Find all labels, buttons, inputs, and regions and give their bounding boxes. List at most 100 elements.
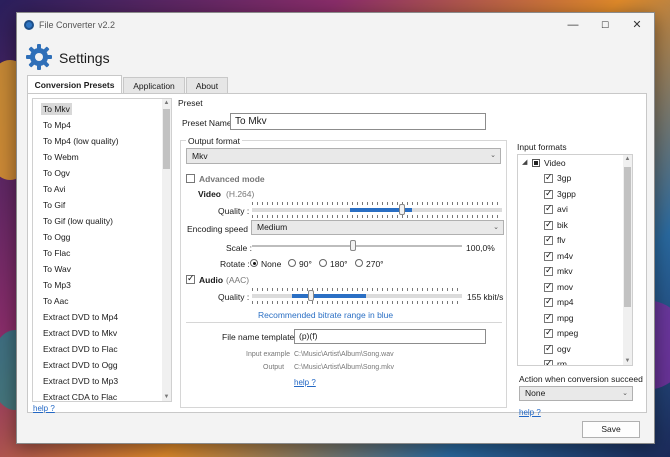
preset-list-item[interactable]: To Ogv [43,167,70,179]
input-format-label: bik [557,219,568,230]
minimize-button[interactable]: — [558,16,588,34]
input-format-item[interactable]: mpg [544,312,614,325]
maximize-button[interactable]: ☐ [590,16,620,34]
preset-list-item[interactable]: To Avi [43,183,66,195]
preset-help-link[interactable]: help ? [294,378,316,387]
file-name-template-input[interactable]: (p)(f) [294,329,486,344]
video-quality-handle[interactable] [399,204,405,215]
input-format-checkbox[interactable] [544,234,553,245]
scroll-thumb[interactable] [163,109,170,169]
save-button[interactable]: Save [582,421,640,438]
audio-codec: (AAC) [226,275,250,285]
input-format-item[interactable]: avi [544,203,614,216]
input-format-item[interactable]: ogv [544,343,614,356]
input-format-checkbox[interactable] [544,296,553,307]
rotate-90-radio[interactable] [288,259,296,267]
input-format-item[interactable]: mp4 [544,296,614,309]
input-format-item[interactable]: mov [544,281,614,294]
output-example-label: Output [263,364,285,371]
scroll-thumb[interactable] [624,167,631,307]
input-format-item[interactable]: flv [544,234,614,247]
input-formats-scrollbar[interactable]: ▲ ▼ [623,155,632,365]
input-format-checkbox[interactable] [544,312,553,323]
preset-list-item[interactable]: To Gif (low quality) [43,215,113,227]
scroll-up-icon[interactable]: ▲ [623,156,632,162]
preset-name-input[interactable]: To Mkv [230,113,486,130]
preset-list-item[interactable]: Extract CDA to Flac [43,391,117,401]
audio-quality-handle[interactable] [307,290,314,301]
input-format-item[interactable]: bik [544,219,614,232]
rotate-180-radio[interactable] [319,259,327,267]
output-format-label: Output format [186,136,242,146]
scroll-down-icon[interactable]: ▼ [162,394,171,400]
video-quality-slider[interactable] [252,204,502,215]
encoding-speed-select[interactable]: Medium ⌄ [251,220,504,235]
input-format-item[interactable]: mkv [544,265,614,278]
preset-list-item[interactable]: Extract DVD to Ogg [43,359,118,371]
advanced-mode-checkbox[interactable] [186,174,195,183]
video-group-checkbox[interactable] [532,159,540,167]
input-format-item[interactable]: m4v [544,250,614,263]
audio-checkbox[interactable] [186,273,195,284]
app-icon [24,20,34,30]
input-format-item[interactable]: 3gp [544,172,614,185]
preset-list-item[interactable]: To Mkv [41,103,72,115]
video-quality-ticks [252,202,502,205]
scale-slider[interactable] [252,240,462,251]
input-format-checkbox[interactable] [544,265,553,276]
preset-list-item[interactable]: Extract DVD to Mkv [43,327,117,339]
rotate-180-label: 180° [330,259,348,269]
input-format-checkbox[interactable] [544,358,553,365]
input-format-item[interactable]: rm [544,358,614,365]
audio-quality-slider[interactable] [252,290,462,301]
video-label: Video [198,189,221,199]
tab-conversion-presets[interactable]: Conversion Presets [27,75,122,93]
chevron-down-icon: ⌄ [622,390,628,397]
input-format-checkbox[interactable] [544,172,553,183]
preset-list-item[interactable]: To Mp3 [43,279,71,291]
input-format-item[interactable]: 3gpp [544,188,614,201]
preset-list-item[interactable]: To Webm [43,151,79,163]
scroll-up-icon[interactable]: ▲ [162,100,171,106]
preset-list-item[interactable]: Extract DVD to Flac [43,343,118,355]
presets-list[interactable]: To Mkv To Mp4 To Mp4 (low quality) To Webm T… [32,98,172,402]
preset-list-item[interactable]: To Gif [43,199,65,211]
action-when-success-value: None [525,388,546,398]
preset-list-item[interactable]: To Ogg [43,231,70,243]
preset-name-label: Preset Name [182,118,232,128]
chevron-down-icon: ⌄ [490,152,496,159]
divider [186,322,502,323]
input-format-checkbox[interactable] [544,327,553,338]
presets-scrollbar[interactable]: ▲ ▼ [162,99,171,401]
action-when-success-select[interactable]: None ⌄ [519,386,633,401]
input-format-checkbox[interactable] [544,343,553,354]
scroll-down-icon[interactable]: ▼ [623,358,632,364]
tab-application[interactable]: Application [123,77,185,93]
preset-list-item[interactable]: Extract DVD to Mp3 [43,375,118,387]
scale-handle[interactable] [350,240,356,251]
rotate-270-radio[interactable] [355,259,363,267]
input-formats-tree[interactable]: ◢ Video 3gp 3gpp avi bik flv m4v mkv mov mp4 mpg m… [517,154,633,366]
rotate-none-radio[interactable] [250,259,258,267]
preset-list-item[interactable]: To Mp4 (low quality) [43,135,119,147]
tab-about[interactable]: About [186,77,228,93]
preset-list-item[interactable]: Extract DVD to Mp4 [43,311,118,323]
tree-collapse-icon[interactable]: ◢ [522,158,527,166]
input-format-checkbox[interactable] [544,188,553,199]
presets-help-link[interactable]: help ? [33,404,55,413]
input-format-checkbox[interactable] [544,203,553,214]
input-format-label: mpg [557,312,574,323]
preset-list-item[interactable]: To Aac [43,295,69,307]
output-format-select[interactable]: Mkv ⌄ [186,148,501,164]
input-format-checkbox[interactable] [544,281,553,292]
advanced-mode-label: Advanced mode [199,174,265,184]
input-formats-help-link[interactable]: help ? [519,408,541,417]
input-example-value: C:\Music\Artist\Album\Song.wav [294,351,394,358]
input-format-checkbox[interactable] [544,250,553,261]
preset-list-item[interactable]: To Wav [43,263,71,275]
input-format-item[interactable]: mpeg [544,327,614,340]
preset-list-item[interactable]: To Flac [43,247,70,259]
preset-list-item[interactable]: To Mp4 [43,119,71,131]
input-format-checkbox[interactable] [544,219,553,230]
close-button[interactable]: ✕ [622,16,652,34]
